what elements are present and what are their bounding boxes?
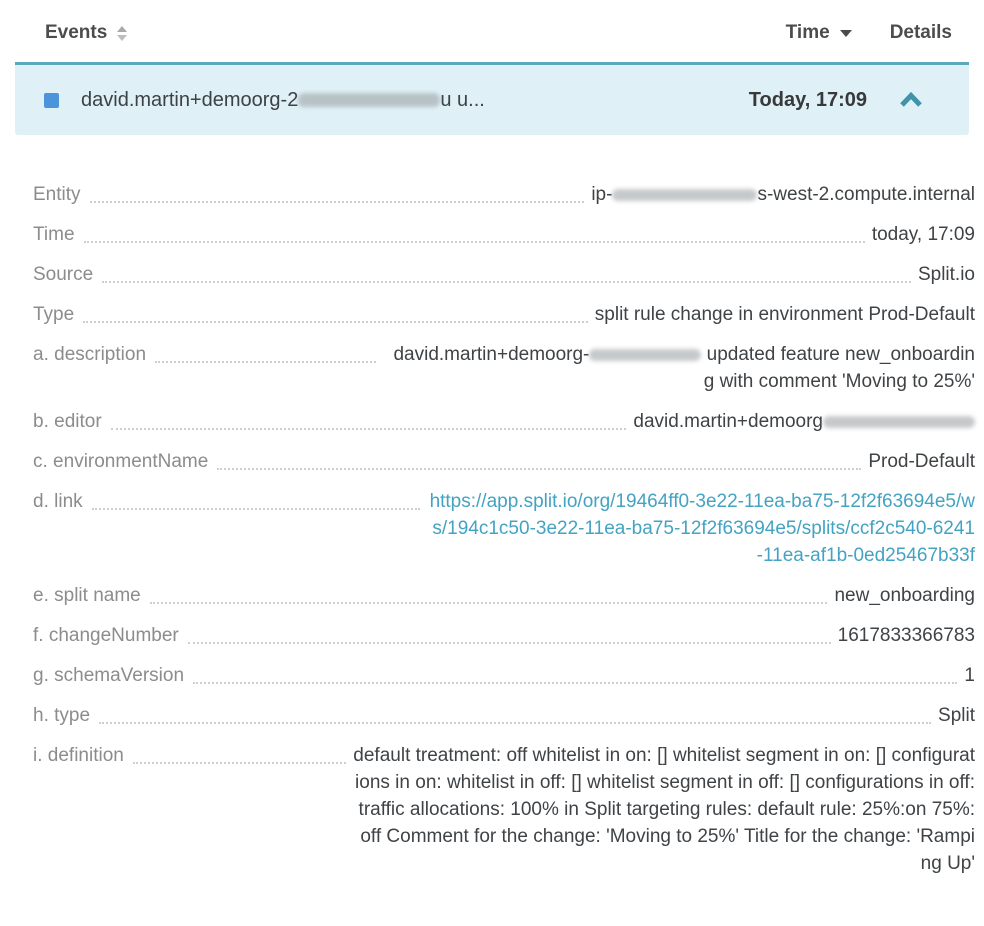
detail-label: a. description bbox=[33, 341, 146, 368]
time-column-label: Time bbox=[786, 22, 830, 44]
detail-row-change-number: f. changeNumber 1617833366783 bbox=[33, 622, 975, 649]
dotted-leader bbox=[150, 582, 828, 604]
event-title-suffix: u u... bbox=[440, 89, 484, 111]
dotted-leader bbox=[83, 301, 588, 323]
dotted-leader bbox=[99, 702, 931, 724]
sort-up-arrow-icon bbox=[117, 26, 127, 32]
event-title: david.martin+demoorg-2 u u... bbox=[81, 89, 749, 112]
detail-row-description: a. description david.martin+demoorg- upd… bbox=[33, 341, 975, 395]
dotted-leader bbox=[102, 261, 911, 283]
detail-label: h. type bbox=[33, 702, 90, 729]
value-prefix: david.martin+demoorg- bbox=[393, 344, 589, 365]
dotted-leader bbox=[90, 181, 585, 203]
value-suffix: updated feature new_onboarding with comm… bbox=[701, 344, 975, 392]
sort-updown-icon[interactable] bbox=[117, 26, 127, 41]
detail-row-environment-name: c. environmentName Prod-Default bbox=[33, 448, 975, 475]
dotted-leader bbox=[217, 448, 861, 470]
detail-label: Type bbox=[33, 301, 74, 328]
sort-down-arrow-icon bbox=[117, 35, 127, 41]
detail-row-split-name: e. split name new_onboarding bbox=[33, 582, 975, 609]
detail-value: split rule change in environment Prod-De… bbox=[595, 301, 975, 328]
detail-row-entity: Entity ip-s-west-2.compute.internal bbox=[33, 181, 975, 208]
detail-value: today, 17:09 bbox=[872, 221, 975, 248]
detail-row-link: d. link https://app.split.io/org/19464ff… bbox=[33, 488, 975, 569]
value-prefix: david.martin+demoorg bbox=[633, 411, 823, 432]
detail-row-schema-version: g. schemaVersion 1 bbox=[33, 662, 975, 689]
detail-row-source: Source Split.io bbox=[33, 261, 975, 288]
detail-link[interactable]: https://app.split.io/org/19464ff0-3e22-1… bbox=[427, 488, 975, 569]
event-time: Today, 17:09 bbox=[749, 89, 867, 112]
detail-label: c. environmentName bbox=[33, 448, 208, 475]
detail-label: f. changeNumber bbox=[33, 622, 179, 649]
dotted-leader bbox=[193, 662, 957, 684]
events-list-header: Events Time Details bbox=[0, 0, 984, 62]
value-suffix: s-west-2.compute.internal bbox=[757, 184, 975, 205]
events-column-header[interactable]: Events bbox=[45, 22, 127, 44]
detail-label: Source bbox=[33, 261, 93, 288]
detail-row-editor: b. editor david.martin+demoorg bbox=[33, 408, 975, 435]
detail-label: e. split name bbox=[33, 582, 141, 609]
event-details: Entity ip-s-west-2.compute.internal Time… bbox=[33, 181, 975, 877]
details-column-header[interactable]: Details bbox=[890, 22, 952, 44]
detail-label: i. definition bbox=[33, 742, 124, 769]
dotted-leader bbox=[84, 221, 865, 243]
events-column-label: Events bbox=[45, 22, 107, 44]
header-right: Time Details bbox=[786, 22, 952, 44]
value-prefix: ip- bbox=[591, 184, 612, 205]
detail-value: new_onboarding bbox=[834, 582, 975, 609]
redacted-text bbox=[612, 189, 757, 201]
dotted-leader bbox=[133, 742, 346, 764]
detail-value: Split.io bbox=[918, 261, 975, 288]
dotted-leader bbox=[111, 408, 627, 430]
detail-value: ip-s-west-2.compute.internal bbox=[591, 181, 975, 208]
detail-value: 1617833366783 bbox=[838, 622, 975, 649]
detail-label: Entity bbox=[33, 181, 81, 208]
detail-row-type: Type split rule change in environment Pr… bbox=[33, 301, 975, 328]
events-panel: Events Time Details david.martin+demoorg… bbox=[0, 0, 984, 877]
detail-label: Time bbox=[33, 221, 75, 248]
detail-value: david.martin+demoorg bbox=[633, 408, 975, 435]
detail-label: b. editor bbox=[33, 408, 102, 435]
detail-label: d. link bbox=[33, 488, 83, 515]
chevron-up-icon[interactable] bbox=[899, 92, 923, 108]
redacted-text bbox=[298, 93, 440, 107]
detail-value: 1 bbox=[964, 662, 975, 689]
detail-row-type-split: h. type Split bbox=[33, 702, 975, 729]
dotted-leader bbox=[188, 622, 831, 644]
detail-label: g. schemaVersion bbox=[33, 662, 184, 689]
detail-row-time: Time today, 17:09 bbox=[33, 221, 975, 248]
blue-square-icon bbox=[44, 93, 59, 108]
dotted-leader bbox=[155, 341, 376, 363]
redacted-text bbox=[823, 416, 975, 428]
redacted-text bbox=[589, 349, 701, 361]
triangle-down-icon bbox=[840, 30, 852, 37]
detail-row-definition: i. definition default treatment: off whi… bbox=[33, 742, 975, 877]
detail-value: Prod-Default bbox=[868, 448, 975, 475]
detail-value: default treatment: off whitelist in on: … bbox=[353, 742, 975, 877]
dotted-leader bbox=[92, 488, 420, 510]
event-row[interactable]: david.martin+demoorg-2 u u... Today, 17:0… bbox=[15, 62, 969, 135]
time-column-header[interactable]: Time bbox=[786, 22, 852, 44]
detail-value: david.martin+demoorg- updated feature ne… bbox=[383, 341, 975, 395]
event-title-prefix: david.martin+demoorg-2 bbox=[81, 89, 298, 111]
detail-value: Split bbox=[938, 702, 975, 729]
